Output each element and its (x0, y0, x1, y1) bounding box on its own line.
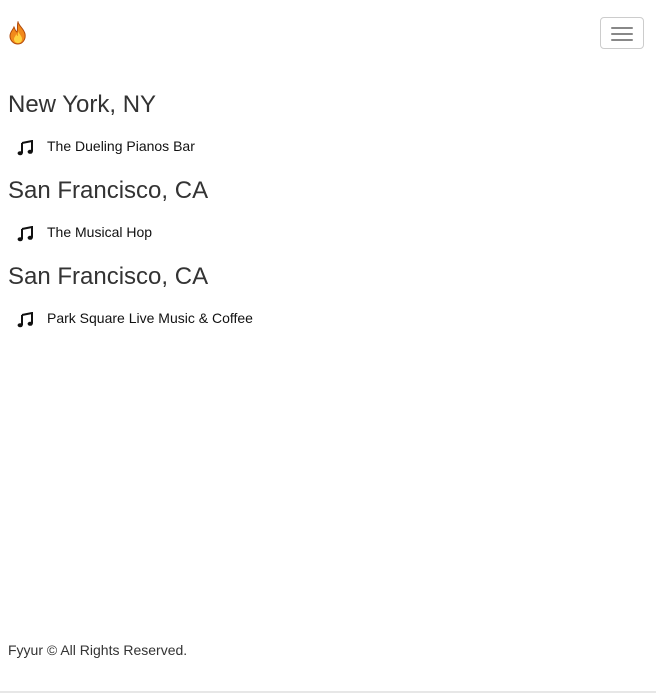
footer: Fyyur © All Rights Reserved. (0, 630, 656, 693)
venue-name: Park Square Live Music & Coffee (47, 310, 253, 326)
venues-list: New York, NY The Dueling Pianos Bar San … (8, 90, 648, 348)
footer-copyright: Fyyur © All Rights Reserved. (8, 642, 188, 658)
music-note-icon (17, 140, 33, 156)
hamburger-menu-icon (611, 27, 633, 29)
brand-logo-link[interactable] (8, 20, 28, 45)
hamburger-bar (611, 33, 633, 35)
city-heading: New York, NY (8, 91, 157, 118)
venue-item[interactable]: The Musical Hop (8, 220, 608, 244)
navbar-toggle-button[interactable] (600, 17, 644, 49)
music-note-icon (17, 312, 33, 328)
venue-name: The Musical Hop (47, 224, 153, 240)
navbar (0, 0, 656, 66)
hamburger-bar (611, 39, 633, 41)
music-note-icon (17, 226, 33, 242)
city-heading: San Francisco, CA (8, 177, 209, 204)
city-group: San Francisco, CA The Musical Hop (8, 176, 648, 262)
venue-item[interactable]: The Dueling Pianos Bar (8, 134, 608, 158)
flame-icon (9, 20, 26, 45)
venue-item[interactable]: Park Square Live Music & Coffee (8, 306, 608, 330)
venue-name: The Dueling Pianos Bar (47, 138, 195, 154)
city-group: New York, NY The Dueling Pianos Bar (8, 90, 648, 176)
city-heading: San Francisco, CA (8, 263, 209, 290)
city-group: San Francisco, CA Park Square Live Music… (8, 262, 648, 348)
